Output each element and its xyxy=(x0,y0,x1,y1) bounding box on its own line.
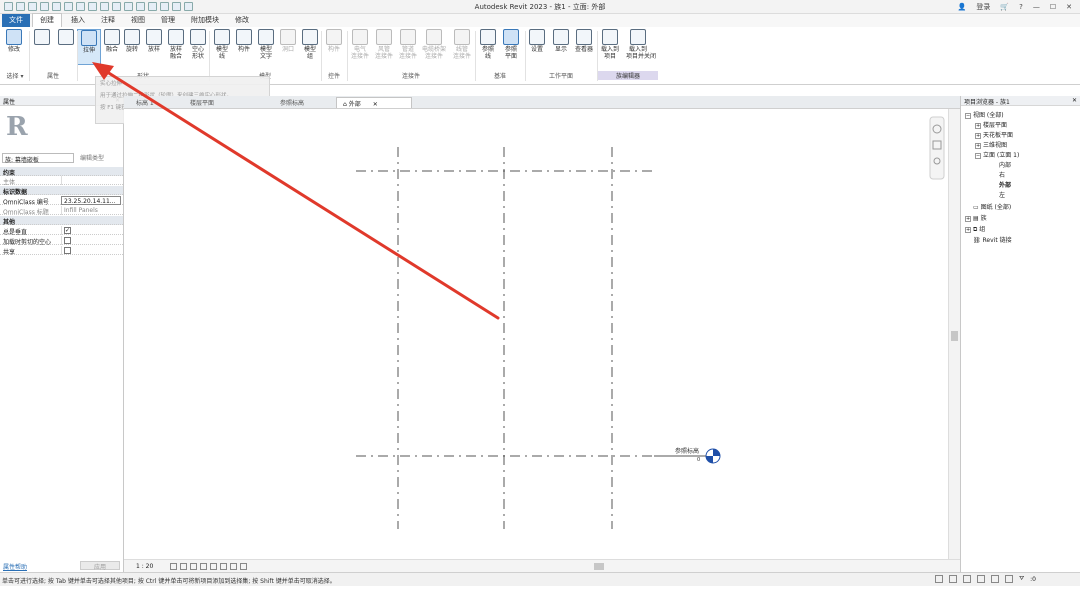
tree-item-elevations[interactable]: − 立面 (立面 1) xyxy=(975,150,1019,159)
tree-item-families[interactable]: + ▤ 族 xyxy=(965,213,987,222)
tree-item-label: 外部 xyxy=(999,182,1012,189)
tree-item-label: 右 xyxy=(999,172,1006,179)
visual-style-icon[interactable] xyxy=(180,563,187,570)
status-message: 单击可进行选择; 按 Tab 键并单击可选择其他项目; 按 Ctrl 键并单击可… xyxy=(2,578,336,585)
tree-item-groups[interactable]: + ⧉ 组 xyxy=(965,224,985,234)
tree-item-label: 内部 xyxy=(999,162,1012,169)
temp-hide-icon[interactable] xyxy=(230,563,237,570)
collapse-icon[interactable]: − xyxy=(975,152,981,159)
tree-item-label: 族 xyxy=(980,215,987,222)
taskbar-area xyxy=(0,586,1080,608)
status-tools: ⛛ :0 xyxy=(935,575,1036,583)
horizontal-scrollbar-thumb[interactable] xyxy=(594,563,604,570)
filter-icon[interactable]: ⛛ xyxy=(1019,575,1024,583)
collapse-icon[interactable]: − xyxy=(965,112,971,119)
tree-item-right[interactable]: 右 xyxy=(999,170,1005,179)
show-crop-icon[interactable] xyxy=(220,563,227,570)
project-browser-title: 项目浏览器 - 族1 xyxy=(964,99,1010,106)
tree-item-label: 立面 (立面 1) xyxy=(983,152,1020,159)
vertical-scrollbar[interactable] xyxy=(948,109,960,559)
view-control-icons xyxy=(170,563,247,570)
expand-icon[interactable]: + xyxy=(975,122,981,129)
expand-icon[interactable]: + xyxy=(965,215,971,222)
tree-item-label: 图纸 (全部) xyxy=(980,204,1012,211)
annotation-overlay xyxy=(92,62,500,320)
detail-level-icon[interactable] xyxy=(170,563,177,570)
tree-item-3d-views[interactable]: + 三维视图 xyxy=(975,140,1007,149)
scrollbar-thumb[interactable] xyxy=(951,331,958,341)
tree-item-views[interactable]: − 视图 (全部) xyxy=(965,110,1004,119)
view-control-bar: 1 : 20 xyxy=(124,559,960,572)
tree-item-interior[interactable]: 内部 xyxy=(999,160,1011,169)
expand-icon[interactable]: + xyxy=(975,142,981,149)
sun-path-icon[interactable] xyxy=(190,563,197,570)
tree-item-label: Revit 链接 xyxy=(982,237,1012,244)
select-underlay-icon[interactable] xyxy=(963,575,972,583)
project-browser: 项目浏览器 - 族1 ✕ − 视图 (全部) + 楼层平面 + 天花板平面 + 三维视图 … xyxy=(960,96,1080,572)
annotation-arrow-head xyxy=(92,62,114,80)
expand-icon[interactable]: + xyxy=(965,226,971,233)
tree-item-label: 视图 (全部) xyxy=(973,112,1004,119)
drag-elements-icon[interactable] xyxy=(1005,575,1014,583)
tree-item-label: 组 xyxy=(979,226,986,233)
tree-item-label: 三维视图 xyxy=(983,142,1008,149)
project-browser-header: 项目浏览器 - 族1 ✕ xyxy=(961,96,1080,106)
status-bar: 单击可进行选择; 按 Tab 键并单击可选择其他项目; 按 Ctrl 键并单击可… xyxy=(0,572,1080,586)
link-icon: ⛓ xyxy=(973,237,983,244)
sheet-icon: ▭ xyxy=(973,204,981,211)
tree-item-exterior[interactable]: 外部 xyxy=(999,180,1011,189)
selection-count: :0 xyxy=(1030,575,1036,583)
select-by-face-icon[interactable] xyxy=(991,575,1000,583)
expand-icon[interactable]: + xyxy=(975,132,981,139)
tree-item-left[interactable]: 左 xyxy=(999,190,1005,199)
family-icon: ▤ xyxy=(973,215,981,222)
tree-item-label: 天花板平面 xyxy=(983,132,1014,139)
tree-item-label: 楼层平面 xyxy=(983,122,1008,129)
annotation-arrow-shaft xyxy=(102,68,500,320)
tree-item-sheets[interactable]: ▭ 图纸 (全部) xyxy=(973,202,1011,211)
worksets-icon[interactable] xyxy=(935,575,944,583)
tree-item-label: 左 xyxy=(999,192,1006,199)
tree-item-ceiling-plans[interactable]: + 天花板平面 xyxy=(975,130,1013,139)
tree-item-floor-plans[interactable]: + 楼层平面 xyxy=(975,120,1007,129)
crop-view-icon[interactable] xyxy=(210,563,217,570)
select-pinned-icon[interactable] xyxy=(977,575,986,583)
select-links-icon[interactable] xyxy=(949,575,958,583)
close-icon[interactable]: ✕ xyxy=(1072,97,1077,104)
view-scale[interactable]: 1 : 20 xyxy=(136,563,153,570)
tree-item-revit-links[interactable]: ⛓ Revit 链接 xyxy=(973,235,1012,244)
reveal-hidden-icon[interactable] xyxy=(240,563,247,570)
shadows-icon[interactable] xyxy=(200,563,207,570)
